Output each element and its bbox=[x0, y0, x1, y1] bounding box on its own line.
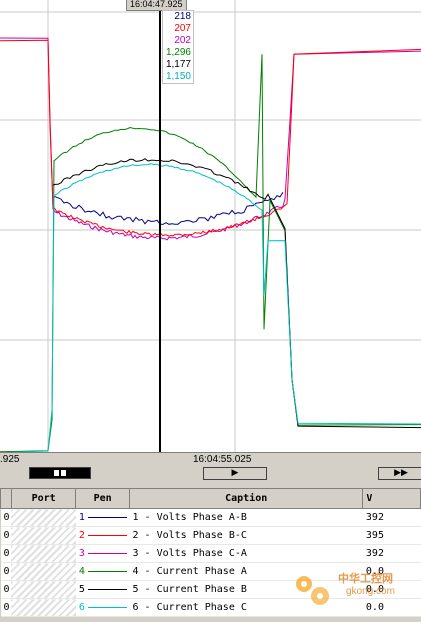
pen-cell: 4 bbox=[75, 562, 130, 581]
pen-swatch bbox=[87, 571, 128, 572]
column-header-blank bbox=[0, 488, 12, 509]
column-header-port[interactable]: Port bbox=[10, 488, 77, 509]
table-header-row: Port Pen Caption V bbox=[0, 488, 421, 509]
row-index: 0 bbox=[0, 508, 12, 527]
watermark-url: gkong.com bbox=[346, 586, 395, 597]
pen-number: 2 bbox=[78, 530, 85, 541]
trace-volts-ab bbox=[52, 192, 284, 225]
time-label-center: 16:04:55.025 bbox=[193, 454, 252, 465]
table-row[interactable]: 0 1 1 - Volts Phase A-B 392 bbox=[0, 508, 421, 527]
row-index: 0 bbox=[0, 526, 12, 545]
readout-value: 218 bbox=[174, 11, 191, 22]
row-index: 0 bbox=[0, 598, 12, 617]
trace-volts-bc bbox=[0, 39, 421, 237]
pen-cell: 1 bbox=[75, 508, 130, 527]
pen-swatch bbox=[87, 589, 128, 590]
row-index: 0 bbox=[0, 544, 12, 563]
pen-swatch bbox=[87, 517, 128, 518]
play-icon: ▶ bbox=[231, 468, 239, 478]
value-cell: 392 bbox=[362, 544, 421, 563]
value-cell: 392 bbox=[362, 508, 421, 527]
row-index: 0 bbox=[0, 562, 12, 581]
port-cell bbox=[11, 526, 76, 545]
pen-number: 4 bbox=[78, 566, 85, 577]
pen-number: 6 bbox=[78, 602, 85, 613]
readout-value: 207 bbox=[174, 23, 191, 34]
play-button[interactable]: ▶ bbox=[203, 467, 267, 480]
caption-cell: 3 - Volts Phase C-A bbox=[129, 544, 363, 563]
trend-plot[interactable]: 16:04:47.925 218 207 202 1,296 1,177 1,1… bbox=[0, 0, 421, 452]
pen-number: 3 bbox=[78, 548, 85, 559]
column-header-pen[interactable]: Pen bbox=[75, 488, 130, 509]
table-row[interactable]: 0 2 2 - Volts Phase B-C 395 bbox=[0, 526, 421, 545]
pen-swatch bbox=[87, 607, 128, 608]
trace-current-b bbox=[52, 158, 421, 429]
readout-value: 202 bbox=[174, 35, 191, 46]
pen-swatch bbox=[87, 553, 128, 554]
readout-value: 1,150 bbox=[165, 71, 191, 82]
row-index: 0 bbox=[0, 580, 12, 599]
pen-swatch bbox=[87, 535, 128, 536]
column-header-caption[interactable]: Caption bbox=[128, 488, 364, 509]
pen-number: 1 bbox=[78, 512, 85, 523]
caption-cell: 2 - Volts Phase B-C bbox=[129, 526, 363, 545]
readout-value: 1,296 bbox=[165, 47, 191, 58]
time-scroll-thumb[interactable] bbox=[29, 467, 91, 479]
fast-forward-icon: ▶▶ bbox=[394, 468, 408, 478]
trace-current-c bbox=[5, 163, 421, 452]
caption-cell: 1 - Volts Phase A-B bbox=[129, 508, 363, 527]
pen-cell: 2 bbox=[75, 526, 130, 545]
watermark-logo: 中华工控网 gkong.com bbox=[290, 566, 415, 614]
port-cell bbox=[11, 580, 76, 599]
port-cell bbox=[11, 598, 76, 617]
time-scroll-bar: .925 16:04:55.025 ▶ ▶▶ bbox=[0, 452, 421, 489]
pen-number: 5 bbox=[78, 584, 85, 595]
pen-cell: 5 bbox=[75, 580, 130, 599]
port-cell bbox=[11, 544, 76, 563]
trace-volts-ca bbox=[0, 37, 421, 241]
time-label-left: .925 bbox=[0, 454, 20, 465]
table-row[interactable]: 0 3 3 - Volts Phase C-A 392 bbox=[0, 544, 421, 563]
column-header-value[interactable]: V bbox=[362, 488, 421, 509]
watermark-text: 中华工控网 bbox=[338, 572, 393, 585]
port-cell bbox=[11, 562, 76, 581]
cursor-readout-box: 218 207 202 1,296 1,177 1,150 bbox=[162, 10, 194, 84]
value-cell: 395 bbox=[362, 526, 421, 545]
port-cell bbox=[11, 508, 76, 527]
pen-cell: 3 bbox=[75, 544, 130, 563]
fast-forward-button[interactable]: ▶▶ bbox=[378, 467, 421, 480]
trace-current-a bbox=[0, 54, 421, 452]
pen-cell: 6 bbox=[75, 598, 130, 617]
trend-traces bbox=[0, 37, 421, 452]
grid-lines bbox=[0, 0, 421, 452]
trend-chart bbox=[0, 0, 421, 452]
readout-value: 1,177 bbox=[165, 59, 191, 70]
